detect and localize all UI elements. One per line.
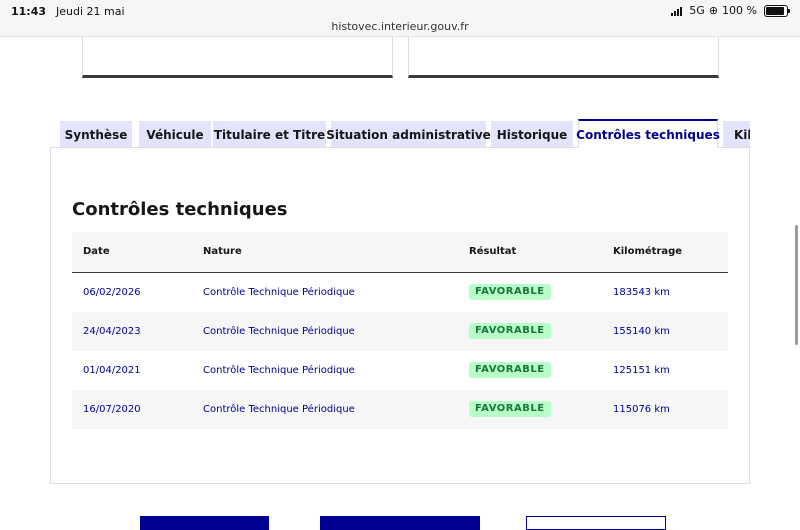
- column-header-mileage: Kilométrage: [613, 246, 683, 257]
- tab-situation-administrative[interactable]: Situation administrative: [326, 121, 491, 148]
- primary-button-2[interactable]: [320, 516, 480, 530]
- cell-date: 16/07/2020: [83, 404, 141, 415]
- tab-bar: Synthèse Véhicule Titulaire et Titre Sit…: [60, 119, 750, 148]
- summary-card-right: [408, 37, 719, 78]
- tab-label: Synthèse: [64, 127, 128, 142]
- url-text: histovec.interieur.gouv.fr: [331, 20, 469, 33]
- tab-label: Véhicule: [146, 127, 204, 142]
- cell-mileage: 125151 km: [613, 365, 670, 376]
- cell-nature: Contrôle Technique Périodique: [203, 326, 355, 337]
- tab-vehicule[interactable]: Véhicule: [139, 121, 211, 148]
- address-bar[interactable]: histovec.interieur.gouv.fr: [0, 20, 800, 33]
- inspections-table: Date Nature Résultat Kilométrage 06/02/2…: [72, 232, 728, 429]
- table-row: 16/07/2020 Contrôle Technique Périodique…: [72, 390, 728, 429]
- tab-historique[interactable]: Historique: [491, 121, 573, 148]
- status-date: Jeudi 21 mai: [56, 5, 125, 18]
- tab-label: Historique: [496, 127, 568, 142]
- tab-label: Situation administrative: [326, 127, 491, 142]
- table-row: 24/04/2023 Contrôle Technique Périodique…: [72, 312, 728, 351]
- result-badge: FAVORABLE: [469, 284, 551, 300]
- status-indicators: 5G ⊕ 100 %: [671, 4, 790, 17]
- table-row: 01/04/2021 Contrôle Technique Périodique…: [72, 351, 728, 390]
- cell-nature: Contrôle Technique Périodique: [203, 287, 355, 298]
- battery-label: 100 %: [722, 4, 757, 17]
- table-header: Date Nature Résultat Kilométrage: [72, 232, 728, 273]
- scrollbar[interactable]: [795, 225, 798, 345]
- column-header-result: Résultat: [469, 246, 517, 257]
- tab-synthese[interactable]: Synthèse: [60, 121, 132, 148]
- secondary-button[interactable]: [526, 516, 666, 530]
- primary-button-1[interactable]: [140, 516, 269, 530]
- column-header-nature: Nature: [203, 246, 242, 257]
- status-time: 11:43: [11, 5, 47, 18]
- cell-mileage: 155140 km: [613, 326, 670, 337]
- battery-icon: [764, 4, 790, 17]
- cell-date: 06/02/2026: [83, 287, 141, 298]
- cell-date: 24/04/2023: [83, 326, 141, 337]
- tab-label: Kilométrage: [734, 127, 750, 142]
- section-title: Contrôles techniques: [72, 199, 288, 220]
- table-row: 06/02/2026 Contrôle Technique Périodique…: [72, 273, 728, 312]
- column-header-date: Date: [83, 246, 110, 257]
- tab-label: Contrôles techniques: [576, 127, 720, 142]
- tab-titulaire-et-titre[interactable]: Titulaire et Titre: [213, 121, 326, 148]
- orientation-lock-icon: ⊕: [708, 4, 719, 17]
- cell-date: 01/04/2021: [83, 365, 141, 376]
- cell-mileage: 115076 km: [613, 404, 670, 415]
- tab-label: Titulaire et Titre: [213, 127, 326, 142]
- battery-fill: [766, 6, 784, 15]
- status-bar: 11:43 Jeudi 21 mai histovec.interieur.go…: [0, 0, 800, 37]
- cell-mileage: 183543 km: [613, 287, 670, 298]
- tab-kilometrage[interactable]: Kilométrage: [723, 121, 750, 148]
- signal-icon: [671, 6, 683, 16]
- result-badge: FAVORABLE: [469, 323, 551, 339]
- tab-controles-techniques[interactable]: Contrôles techniques: [576, 119, 720, 148]
- result-badge: FAVORABLE: [469, 401, 551, 417]
- result-badge: FAVORABLE: [469, 362, 551, 378]
- cell-nature: Contrôle Technique Périodique: [203, 404, 355, 415]
- summary-card-left: [82, 37, 393, 78]
- network-label: 5G: [689, 4, 705, 17]
- cell-nature: Contrôle Technique Périodique: [203, 365, 355, 376]
